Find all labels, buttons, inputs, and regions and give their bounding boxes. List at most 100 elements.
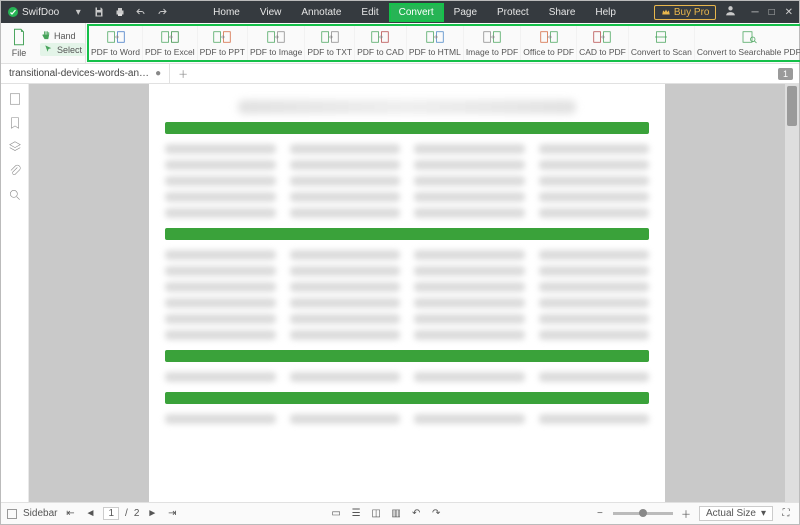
tool-pdf-to-cad[interactable]: PDF to CAD — [355, 26, 407, 60]
fit-mode-label: Actual Size — [706, 508, 756, 519]
user-icon[interactable] — [724, 4, 737, 20]
page-badge: 1 — [778, 68, 793, 80]
cad-to-pdf-icon — [593, 29, 611, 45]
tool-pdf-to-ppt[interactable]: PDF to PPT — [198, 26, 248, 60]
buy-pro-label: Buy Pro — [674, 7, 710, 18]
page-input[interactable]: 1 — [103, 507, 119, 520]
image-to-pdf-icon — [483, 29, 501, 45]
document-tab[interactable]: transitional-devices-words-an… ● — [1, 64, 170, 83]
zoom-slider-knob[interactable] — [639, 509, 647, 517]
main-area — [1, 84, 799, 502]
app-logo: SwifDoo — [1, 6, 65, 18]
view-single-icon[interactable]: ▭ — [329, 507, 343, 521]
ribbon-left: File Hand Select — [1, 23, 86, 63]
crown-icon — [661, 7, 671, 17]
scrollbar-thumb[interactable] — [787, 86, 797, 126]
app-name: SwifDoo — [22, 7, 59, 18]
convert-to-scan-icon — [652, 29, 670, 45]
window-controls: ─ □ ✕ — [745, 7, 793, 18]
menu-page[interactable]: Page — [444, 3, 487, 22]
sidebar-checkbox[interactable] — [7, 509, 17, 519]
search-icon[interactable] — [8, 188, 22, 202]
menu-annotate[interactable]: Annotate — [291, 3, 351, 22]
file-label: File — [12, 48, 27, 58]
thumbnails-icon[interactable] — [8, 92, 22, 106]
page-sep: / — [125, 508, 128, 519]
menu-help[interactable]: Help — [585, 3, 626, 22]
tool-image-to-pdf[interactable]: Image to PDF — [464, 26, 521, 60]
pdf-to-excel-icon — [161, 29, 179, 45]
view-facing-icon[interactable]: ◫ — [369, 507, 383, 521]
first-page-icon[interactable]: ⇤ — [63, 507, 77, 521]
tool-convert-to-searchable-pdf[interactable]: Convert to Searchable PDF — [695, 26, 800, 60]
hand-tool[interactable]: Hand — [40, 30, 85, 41]
menu-share[interactable]: Share — [539, 3, 586, 22]
tool-pdf-to-image[interactable]: PDF to Image — [248, 26, 305, 60]
menu-view[interactable]: View — [250, 3, 292, 22]
fit-mode-dropdown[interactable]: Actual Size ▾ — [699, 506, 773, 521]
convert-to-searchable-icon — [740, 29, 758, 45]
pdf-to-ppt-icon — [213, 29, 231, 45]
document-page — [149, 84, 665, 502]
zoom-out-icon[interactable]: − — [593, 507, 607, 521]
buy-pro-button[interactable]: Buy Pro — [654, 5, 717, 20]
last-page-icon[interactable]: ⇥ — [165, 507, 179, 521]
zoom-in-icon[interactable]: ＋ — [679, 507, 693, 521]
tool-pdf-to-word[interactable]: PDF to Word — [89, 26, 143, 60]
minimize-icon[interactable]: ─ — [751, 7, 758, 18]
left-sidebar — [1, 84, 29, 502]
sidebar-label: Sidebar — [23, 508, 57, 519]
fullscreen-icon[interactable]: ⛶ — [779, 507, 793, 521]
tool-convert-to-scan[interactable]: Convert to Scan — [629, 26, 695, 60]
tab-close-icon[interactable]: ● — [155, 68, 161, 79]
pdf-to-cad-icon — [371, 29, 389, 45]
pdf-to-html-icon — [426, 29, 444, 45]
layers-icon[interactable] — [8, 140, 22, 154]
menu-convert[interactable]: Convert — [389, 3, 444, 22]
vertical-scrollbar[interactable] — [785, 84, 799, 502]
statusbar-center: ▭ ☰ ◫ ▥ ↶ ↷ — [179, 507, 593, 521]
select-icon — [43, 44, 54, 55]
document-tabstrip: transitional-devices-words-an… ● ＋ 1 — [1, 64, 799, 84]
tool-office-to-pdf[interactable]: Office to PDF — [521, 26, 577, 60]
document-canvas[interactable] — [29, 84, 785, 502]
close-icon[interactable]: ✕ — [785, 7, 793, 18]
next-page-icon[interactable]: ► — [145, 507, 159, 521]
pdf-to-image-icon — [267, 29, 285, 45]
zoom-slider[interactable] — [613, 512, 673, 515]
menu-edit[interactable]: Edit — [351, 3, 388, 22]
tool-pdf-to-excel[interactable]: PDF to Excel — [143, 26, 198, 60]
chevron-down-icon: ▾ — [761, 508, 766, 519]
maximize-icon[interactable]: □ — [769, 7, 775, 18]
add-tab-button[interactable]: ＋ — [170, 66, 196, 81]
undo-icon[interactable] — [134, 5, 148, 19]
print-icon[interactable] — [113, 5, 127, 19]
dropdown-icon[interactable]: ▾ — [71, 5, 85, 19]
select-tool[interactable]: Select — [40, 43, 85, 56]
prev-page-icon[interactable]: ◄ — [83, 507, 97, 521]
select-label: Select — [57, 45, 82, 55]
titlebar: SwifDoo ▾ Home View Annotate Edit Conver… — [1, 1, 799, 23]
rotate-left-icon[interactable]: ↶ — [409, 507, 423, 521]
quick-access-toolbar: ▾ — [65, 5, 175, 19]
attachments-icon[interactable] — [8, 164, 22, 178]
menu-protect[interactable]: Protect — [487, 3, 539, 22]
ribbon: File Hand Select PDF to Word PDF to Exce… — [1, 23, 799, 64]
top-menu: Home View Annotate Edit Convert Page Pro… — [175, 3, 654, 22]
save-icon[interactable] — [92, 5, 106, 19]
file-button[interactable]: File — [1, 28, 37, 58]
pdf-to-word-icon — [107, 29, 125, 45]
tool-pdf-to-txt[interactable]: PDF to TXT — [305, 26, 355, 60]
hand-icon — [40, 30, 51, 41]
tool-cad-to-pdf[interactable]: CAD to PDF — [577, 26, 629, 60]
redo-icon[interactable] — [155, 5, 169, 19]
document-tab-title: transitional-devices-words-an… — [9, 68, 149, 79]
tool-pdf-to-html[interactable]: PDF to HTML — [407, 26, 464, 60]
view-facing-continuous-icon[interactable]: ▥ — [389, 507, 403, 521]
view-continuous-icon[interactable]: ☰ — [349, 507, 363, 521]
rotate-right-icon[interactable]: ↷ — [429, 507, 443, 521]
office-to-pdf-icon — [540, 29, 558, 45]
status-bar: Sidebar ⇤ ◄ 1 / 2 ► ⇥ ▭ ☰ ◫ ▥ ↶ ↷ − ＋ Ac… — [1, 502, 799, 524]
bookmarks-icon[interactable] — [8, 116, 22, 130]
menu-home[interactable]: Home — [203, 3, 250, 22]
